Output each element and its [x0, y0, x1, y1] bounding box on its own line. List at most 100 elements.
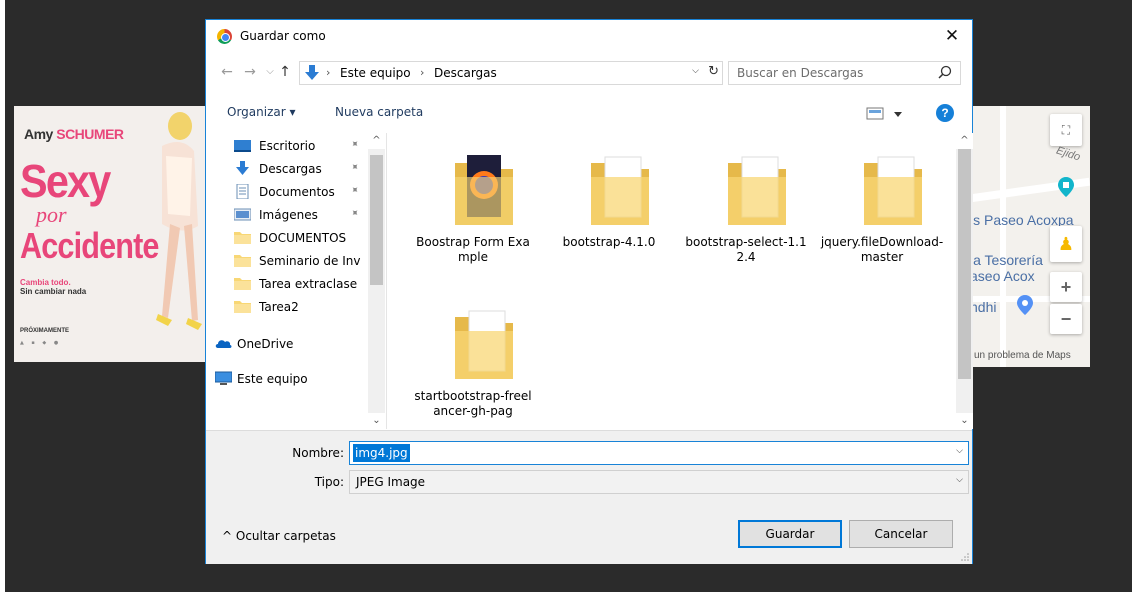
map-label-tesoreria: la Tesorería: [970, 252, 1043, 268]
sidebar-item-label: OneDrive: [237, 337, 294, 351]
navigation-bar: ← → ⌵ ↑ › Este equipo › Descargas ⌵ ↻: [206, 57, 972, 89]
folder-firefox-icon: [455, 155, 513, 225]
poster-tagline-2: Sin cambiar nada: [20, 287, 87, 296]
file-item-startbootstrap[interactable]: startbootstrap-freelancer-gh-pag: [411, 287, 535, 429]
help-icon[interactable]: ?: [936, 104, 954, 122]
folder-icon: [234, 232, 251, 244]
zoom-out-button[interactable]: −: [1050, 304, 1082, 334]
pegman-icon[interactable]: ♟: [1050, 226, 1082, 262]
file-item-label: startbootstrap-freelancer-gh-pag: [414, 389, 532, 418]
sidebar-item-documentos-folder[interactable]: DOCUMENTOS: [207, 227, 384, 249]
sidebar-item-label: Imágenes: [259, 208, 318, 222]
file-name-value[interactable]: img4.jpg: [353, 444, 410, 462]
file-type-select[interactable]: JPEG Image ⌵: [349, 470, 969, 494]
sidebar-item-tarea2[interactable]: Tarea2: [207, 296, 384, 318]
navigation-pane: Escritorio ✦ Descargas ✦ Documentos ✦ Im…: [207, 133, 385, 429]
sidebar-item-onedrive[interactable]: OneDrive: [207, 333, 384, 355]
sidebar-scrollbar[interactable]: ^ ⌄: [368, 133, 385, 429]
poster-tagline-1: Cambia todo.: [20, 278, 71, 287]
chevron-down-icon[interactable]: ⌵: [956, 475, 963, 485]
sidebar-item-label: Documentos: [259, 185, 335, 199]
chevron-down-icon[interactable]: ⌵: [956, 446, 963, 456]
file-list: Boostrap Form Example bootstrap-4.1.0 bo…: [386, 133, 973, 429]
movie-poster: Amy SCHUMER Sexy por Accidente Cambia to…: [14, 106, 205, 362]
poster-actor: Amy SCHUMER: [24, 126, 124, 142]
fullscreen-icon[interactable]: ⛶: [1050, 114, 1082, 146]
up-button[interactable]: ↑: [276, 62, 294, 82]
breadcrumb-descargas[interactable]: Descargas: [434, 66, 497, 80]
pin-icon: ✦: [347, 183, 362, 198]
file-type-value: JPEG Image: [356, 475, 426, 489]
back-button[interactable]: ←: [218, 62, 236, 82]
refresh-icon[interactable]: ↻: [708, 64, 719, 79]
left-edge: [0, 0, 5, 592]
scrollbar-thumb[interactable]: [958, 149, 971, 379]
sidebar-item-seminario[interactable]: Seminario de Inv: [207, 250, 384, 272]
search-box[interactable]: [728, 61, 961, 85]
sidebar-item-label: Seminario de Inv: [259, 254, 361, 268]
poster-tagline: Cambia todo. Sin cambiar nada: [20, 278, 86, 296]
sidebar-item-este-equipo[interactable]: Este equipo: [207, 368, 384, 390]
breadcrumb-este-equipo[interactable]: Este equipo: [340, 66, 411, 80]
address-dropdown-icon[interactable]: ⌵: [692, 66, 699, 76]
type-label: Tipo:: [314, 475, 344, 489]
title-bar[interactable]: Guardar como ✕: [206, 20, 972, 53]
view-options-icon[interactable]: [866, 106, 906, 122]
file-item-jquery-filedownload[interactable]: jquery.fileDownload-master: [820, 133, 944, 293]
save-as-dialog: Guardar como ✕ ← → ⌵ ↑ › Este equipo › D…: [205, 19, 973, 564]
folder-icon: [864, 156, 922, 225]
scroll-up-arrow[interactable]: ^: [368, 133, 385, 149]
folder-icon: [234, 301, 251, 313]
sidebar-item-label: Tarea extraclase: [259, 277, 358, 291]
computer-icon: [215, 371, 232, 385]
map-label-ejido: Ejido: [1054, 144, 1082, 164]
sidebar-item-imagenes[interactable]: Imágenes ✦: [207, 204, 384, 226]
file-item-label: jquery.fileDownload-master: [820, 235, 944, 264]
organize-menu[interactable]: Organizar ▾: [227, 105, 296, 119]
save-form: Nombre: img4.jpg ⌵ Tipo: JPEG Image ⌵ ^ …: [206, 430, 972, 564]
sidebar-item-label: Tarea2: [259, 300, 299, 314]
file-item-bootstrap-4[interactable]: bootstrap-4.1.0: [547, 133, 671, 293]
sidebar-item-documentos[interactable]: Documentos ✦: [207, 181, 384, 203]
hide-folders-button[interactable]: ^ Ocultar carpetas: [222, 529, 336, 543]
map-label-acox: aseo Acox: [970, 268, 1035, 284]
file-item-boostrap-form[interactable]: Boostrap Form Example: [411, 133, 535, 293]
image-icon: [234, 208, 251, 221]
file-name-field[interactable]: img4.jpg ⌵: [349, 441, 969, 465]
breadcrumb-separator: ›: [420, 66, 425, 79]
sidebar-item-label: Descargas: [259, 162, 322, 176]
folder-icon: [455, 310, 513, 379]
scrollbar-thumb[interactable]: [370, 155, 383, 285]
file-list-scrollbar[interactable]: ^ ⌄: [956, 133, 973, 429]
new-folder-button[interactable]: Nueva carpeta: [335, 105, 423, 119]
search-icon[interactable]: [937, 64, 953, 82]
scroll-down-arrow[interactable]: ⌄: [368, 413, 385, 429]
document-icon: [236, 184, 249, 199]
poster-coming-soon: PRÓXIMAMENTE: [20, 328, 70, 334]
close-button[interactable]: ✕: [940, 25, 964, 47]
sidebar-item-tarea-extraclase[interactable]: Tarea extraclase: [207, 273, 384, 295]
file-item-label: bootstrap-select-1.12.4: [685, 235, 807, 264]
sidebar-item-label: DOCUMENTOS: [259, 231, 347, 245]
cancel-button[interactable]: Cancelar: [849, 520, 953, 548]
download-icon: [305, 65, 319, 80]
sidebar-item-escritorio[interactable]: Escritorio ✦: [207, 135, 384, 157]
scroll-up-arrow[interactable]: ^: [956, 133, 973, 149]
save-button[interactable]: Guardar: [738, 520, 842, 548]
map-place-icon: [1017, 295, 1033, 315]
folder-icon: [591, 156, 649, 225]
sidebar-item-descargas[interactable]: Descargas ✦: [207, 158, 384, 180]
zoom-in-button[interactable]: +: [1050, 272, 1082, 302]
address-bar[interactable]: › Este equipo › Descargas ⌵ ↻: [299, 61, 723, 85]
folder-icon: [234, 278, 251, 290]
download-icon: [236, 161, 249, 175]
sidebar-item-label: Escritorio: [259, 139, 316, 153]
forward-button[interactable]: →: [241, 62, 259, 82]
search-input[interactable]: [737, 65, 927, 81]
map-road: [1000, 106, 1006, 367]
breadcrumb-separator: ›: [326, 66, 331, 79]
scroll-down-arrow[interactable]: ⌄: [956, 413, 973, 429]
file-item-bootstrap-select[interactable]: bootstrap-select-1.12.4: [684, 133, 808, 293]
resize-grip-icon[interactable]: [960, 552, 970, 562]
poster-title-line2: por: [36, 202, 67, 227]
